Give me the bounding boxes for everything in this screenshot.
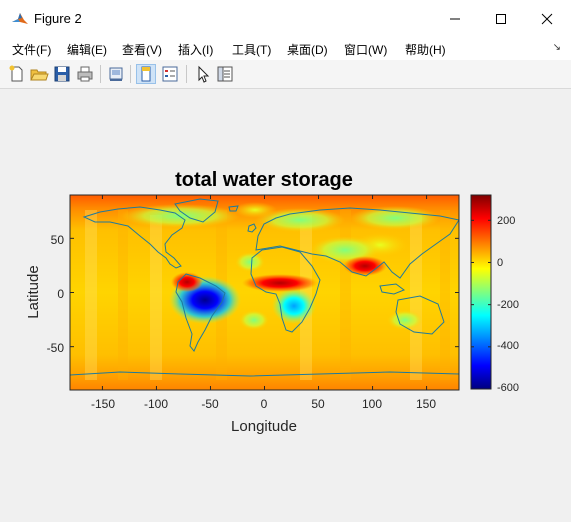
x-tick-label: 0: [261, 397, 268, 411]
print-button[interactable]: [75, 64, 95, 84]
y-tick-label: -50: [47, 341, 65, 355]
link-icon: [109, 67, 123, 81]
toolbar-separator: [100, 65, 101, 83]
toolbar: [0, 60, 571, 89]
close-icon: [541, 13, 553, 25]
toolbar-separator: [130, 65, 131, 83]
y-axis-label: Latitude: [25, 265, 42, 318]
menu-bar: 文件(F) 编辑(E) 查看(V) 插入(I) 工具(T) 桌面(D) 窗口(W…: [0, 37, 571, 60]
close-button[interactable]: [524, 0, 570, 37]
x-tick-label: 150: [416, 397, 436, 411]
menu-view[interactable]: 查看(V): [122, 41, 162, 58]
x-tick-label: -100: [144, 397, 168, 411]
colorbar-label: -200: [497, 299, 519, 311]
menu-help[interactable]: 帮助(H): [405, 41, 446, 58]
menu-tools[interactable]: 工具(T): [232, 41, 271, 58]
x-axis-label: Longitude: [231, 418, 297, 435]
maximize-icon: [496, 14, 506, 24]
open-file-icon: [30, 69, 49, 81]
print-icon: [77, 66, 93, 82]
matlab-icon: [12, 13, 28, 24]
edit-plot-button[interactable]: [193, 64, 213, 84]
x-tick-label: -150: [91, 397, 115, 411]
chevron-icon[interactable]: ↘: [553, 42, 561, 53]
y-tick-label: 0: [57, 287, 64, 301]
menu-edit[interactable]: 编辑(E): [67, 41, 107, 58]
minimize-button[interactable]: [432, 0, 478, 37]
plot-tools-icon: [141, 66, 151, 82]
menu-desktop[interactable]: 桌面(D): [287, 41, 328, 58]
x-tick-label: 50: [311, 397, 325, 411]
toolbar-separator: [186, 65, 187, 83]
property-inspector-button[interactable]: [215, 64, 235, 84]
menu-window[interactable]: 窗口(W): [344, 41, 387, 58]
colorbar: [470, 194, 492, 390]
x-tick-label: 100: [362, 397, 382, 411]
pointer-icon: [198, 65, 210, 83]
minimize-icon: [450, 18, 460, 20]
colorbar-labels: 200 0 -200 -400 -600: [497, 215, 519, 394]
menu-file[interactable]: 文件(F): [12, 41, 51, 58]
window-title: Figure 2: [34, 11, 82, 26]
open-file-button[interactable]: [29, 64, 49, 84]
y-tick-label: 50: [51, 233, 65, 247]
maximize-button[interactable]: [478, 0, 524, 37]
save-icon: [54, 66, 70, 82]
new-figure-button[interactable]: [7, 64, 27, 84]
x-tick-label: -50: [201, 397, 219, 411]
plot-title: total water storage: [175, 169, 353, 191]
colorbar-label: 200: [497, 215, 515, 227]
menu-insert[interactable]: 插入(I): [178, 41, 213, 58]
plot-svg: total water storage -150 -100 -50 0 50 1…: [25, 169, 519, 435]
colorbar-label: 0: [497, 257, 503, 269]
title-bar: Figure 2: [0, 0, 571, 37]
x-tick-labels: -150 -100 -50 0 50 100 150: [91, 397, 436, 411]
insert-legend-button[interactable]: [160, 64, 180, 84]
figure-canvas: total water storage -150 -100 -50 0 50 1…: [0, 89, 571, 517]
new-figure-icon: [9, 65, 23, 82]
colorbar-label: -600: [497, 382, 519, 394]
legend-icon: [162, 66, 178, 82]
link-button[interactable]: [106, 64, 126, 84]
property-inspector-icon: [217, 66, 233, 82]
y-tick-labels: 50 0 -50: [47, 233, 65, 355]
save-button[interactable]: [52, 64, 72, 84]
colorbar-label: -400: [497, 340, 519, 352]
plot-tools-button[interactable]: [136, 64, 156, 84]
